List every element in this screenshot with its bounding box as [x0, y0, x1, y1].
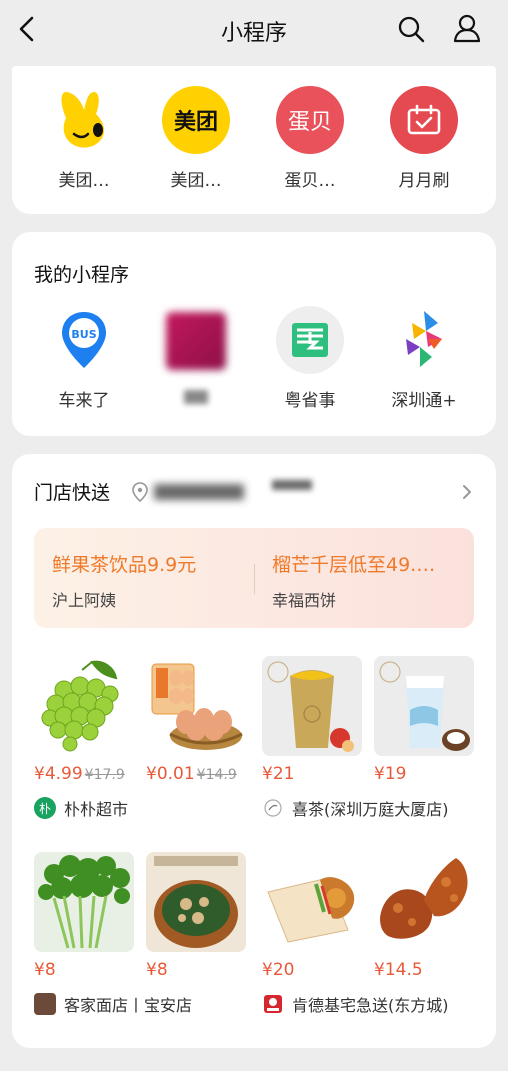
price-current: ¥20 [262, 960, 295, 980]
bus-pin-icon: BUS [50, 306, 118, 374]
promo-store: 沪上阿姨 [52, 591, 117, 610]
my-apps-card: 我的小程序 BUS 车来了 粤省事 深圳通+ [12, 232, 496, 436]
chevron-right-icon[interactable] [460, 482, 474, 502]
recent-apps-card: 美团… 美团 美团… 蛋贝 蛋贝… 月月刷 [12, 66, 496, 214]
promo-title: 榴芒千层低至49.… [272, 554, 436, 576]
store-pupu[interactable]: 朴 朴朴超市 [34, 796, 128, 820]
product-item[interactable]: ¥14.5 [374, 852, 474, 980]
meituan-icon: 美团 [162, 86, 230, 154]
price-current: ¥21 [262, 764, 295, 784]
promo-divider [254, 564, 255, 594]
product-item[interactable]: ¥8 [146, 852, 246, 980]
price-current: ¥14.5 [374, 960, 423, 980]
wrap-image [262, 852, 362, 952]
location-pin-icon [132, 482, 148, 502]
store-name: 肯德基宅急送(东方城) [292, 996, 449, 1015]
price-original: ¥14.9 [196, 767, 237, 783]
product-price: ¥21 [262, 764, 362, 784]
coconut-drink-image [374, 656, 474, 756]
price-current: ¥19 [374, 764, 407, 784]
my-apps-title: 我的小程序 [34, 264, 130, 286]
store-delivery-card: 门店快送 鲜果茶饮品9.9元 沪上阿姨 榴芒千层低至49.… 幸福西饼 ¥4.9… [12, 454, 496, 1048]
price-current: ¥4.99 [34, 764, 83, 784]
product-item[interactable]: ¥0.01 ¥14.9 [146, 656, 246, 784]
blurred-app-label [184, 390, 208, 404]
grapes-image [34, 656, 134, 756]
app-label: 美团… [170, 171, 222, 191]
product-item[interactable]: ¥19 [374, 656, 474, 784]
store-name: 朴朴超市 [64, 800, 129, 819]
app-label: 粤省事 [284, 391, 336, 411]
product-item[interactable]: ¥21 [262, 656, 362, 784]
product-price: ¥4.99 ¥17.9 [34, 764, 134, 784]
shenzhentong-icon [390, 306, 458, 374]
price-current: ¥8 [146, 960, 168, 980]
gold-tea-cup-image [262, 656, 362, 756]
product-price: ¥0.01 ¥14.9 [146, 764, 246, 784]
calendar-check-icon [390, 86, 458, 154]
promo-item[interactable]: 鲜果茶饮品9.9元 沪上阿姨 [52, 550, 257, 611]
yueshengshi-icon [276, 306, 344, 374]
product-item[interactable]: ¥8 [34, 852, 134, 980]
promo-banner: 鲜果茶饮品9.9元 沪上阿姨 榴芒千层低至49.… 幸福西饼 [34, 528, 474, 628]
product-price: ¥19 [374, 764, 474, 784]
store-kfc[interactable]: 肯德基宅急送(东方城) [262, 992, 449, 1016]
store-hakka-noodle[interactable]: 客家面店丨宝安店 [34, 992, 192, 1016]
promo-item[interactable]: 榴芒千层低至49.… 幸福西饼 [272, 550, 477, 611]
fried-wings-image [374, 852, 474, 952]
svg-text:BUS: BUS [71, 328, 96, 341]
recent-app-danbei[interactable]: 蛋贝 蛋贝… [260, 86, 360, 191]
my-app-yueshengshi[interactable]: 粤省事 [260, 306, 360, 411]
app-label: 月月刷 [398, 171, 450, 191]
price-current: ¥0.01 [146, 764, 195, 784]
top-bar: 小程序 [0, 0, 508, 60]
promo-title: 鲜果茶饮品9.9元 [52, 554, 197, 576]
search-icon[interactable] [396, 14, 426, 44]
my-app-blurred[interactable] [146, 306, 246, 404]
meituan-mascot-icon [50, 86, 118, 154]
store-name: 客家面店丨宝安店 [64, 996, 193, 1015]
kfc-icon [262, 993, 284, 1015]
pupu-badge-icon: 朴 [34, 797, 56, 819]
app-label: 美团… [58, 171, 110, 191]
user-profile-icon[interactable] [452, 13, 482, 43]
product-item[interactable]: ¥4.99 ¥17.9 [34, 656, 134, 784]
soup-pot-image [146, 852, 246, 952]
app-label: 深圳通+ [391, 391, 457, 411]
price-current: ¥8 [34, 960, 56, 980]
recent-app-meituan-2[interactable]: 美团 美团… [146, 86, 246, 191]
product-price: ¥8 [146, 960, 246, 980]
recent-app-yueyueshua[interactable]: 月月刷 [374, 86, 474, 191]
recent-app-meituan-1[interactable]: 美团… [34, 86, 134, 191]
noodle-shop-icon [34, 993, 56, 1015]
celery-image [34, 852, 134, 952]
my-app-shenzhentong[interactable]: 深圳通+ [374, 306, 474, 411]
store-delivery-title: 门店快送 [34, 482, 111, 504]
store-heytea[interactable]: 喜茶(深圳万庭大厦店) [262, 796, 449, 820]
danbei-icon: 蛋贝 [276, 86, 344, 154]
page-title: 小程序 [220, 21, 287, 46]
product-item[interactable]: ¥20 [262, 852, 362, 980]
location-blurred-text-2 [272, 480, 312, 490]
store-name: 喜茶(深圳万庭大厦店) [292, 800, 449, 819]
blurred-app-icon [166, 312, 226, 370]
product-price: ¥8 [34, 960, 134, 980]
product-price: ¥20 [262, 960, 362, 980]
promo-store: 幸福西饼 [272, 591, 337, 610]
product-price: ¥14.5 [374, 960, 474, 980]
heytea-icon [262, 797, 284, 819]
eggs-image [146, 656, 246, 756]
app-label: 蛋贝… [284, 171, 336, 191]
location-blurred-text[interactable] [154, 484, 244, 500]
price-original: ¥17.9 [84, 767, 125, 783]
my-app-chelaile[interactable]: BUS 车来了 [34, 306, 134, 411]
app-label: 车来了 [58, 391, 110, 411]
